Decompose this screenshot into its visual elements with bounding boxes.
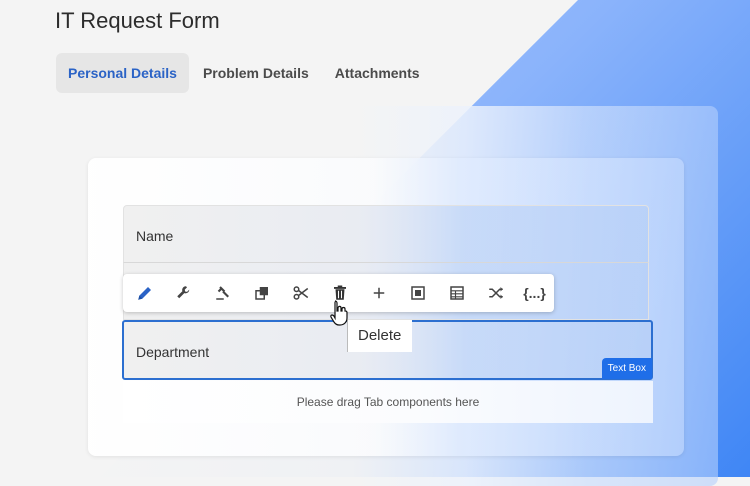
wrap-panel-button[interactable] — [398, 274, 437, 312]
gavel-icon — [216, 286, 230, 300]
copy-button[interactable] — [243, 274, 282, 312]
edit-button[interactable] — [126, 274, 165, 312]
properties-button[interactable] — [165, 274, 204, 312]
scissors-icon — [293, 286, 309, 300]
delete-tooltip: Delete — [347, 320, 412, 352]
component-type-badge: Text Box — [601, 358, 652, 379]
code-editor-button[interactable]: {...} — [515, 274, 554, 312]
tab-problem-details[interactable]: Problem Details — [191, 53, 321, 93]
tab-dropzone[interactable]: Please drag Tab components here — [123, 381, 653, 423]
code-braces-icon: {...} — [523, 285, 546, 301]
department-field-label: Department — [136, 344, 210, 360]
name-field-label: Name — [136, 228, 174, 244]
cut-button[interactable] — [282, 274, 321, 312]
tab-attachments[interactable]: Attachments — [323, 53, 432, 93]
replace-button[interactable] — [476, 274, 515, 312]
wrap-panel-icon — [411, 286, 425, 300]
rules-button[interactable] — [204, 274, 243, 312]
plus-icon — [373, 287, 385, 299]
add-button[interactable] — [359, 274, 398, 312]
pencil-icon — [138, 287, 152, 300]
tab-bar: Personal Details Problem Details Attachm… — [56, 53, 432, 93]
tab-personal-details[interactable]: Personal Details — [56, 53, 189, 93]
shuffle-icon — [488, 287, 503, 299]
table-icon — [449, 286, 464, 300]
page-title: IT Request Form — [55, 8, 220, 33]
table-button[interactable] — [437, 274, 476, 312]
hand-cursor-icon — [330, 300, 348, 326]
wrench-icon — [177, 286, 190, 299]
name-field[interactable]: Name — [123, 205, 649, 263]
copy-icon — [255, 287, 269, 300]
